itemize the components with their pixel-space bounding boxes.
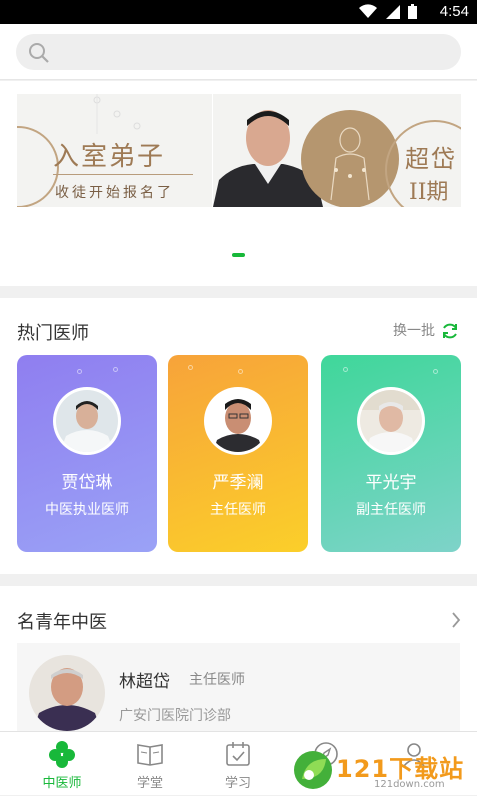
refresh-button[interactable]: 换一批 [393, 320, 459, 340]
section-title: 热门医师 [17, 323, 89, 344]
banner-title: 入室弟子 [53, 142, 166, 172]
doctor-card[interactable]: 平光宇 副主任医师 [321, 355, 461, 552]
doctor-name: 林超岱 [119, 672, 170, 692]
doctor-name: 严季澜 [212, 473, 264, 493]
banner-subtitle: 收徒开始报名了 [55, 185, 174, 201]
avatar [53, 387, 121, 455]
refresh-label: 换一批 [393, 323, 435, 339]
young-doctors-section: 名青年中医 林超岱 主任医师 广安门医院门诊部 [0, 586, 477, 731]
doctor-title: 主任医师 [210, 502, 266, 518]
doctor-card[interactable]: 严季澜 主任医师 [168, 355, 308, 552]
list-item[interactable]: 林超岱 主任医师 广安门医院门诊部 [17, 643, 460, 731]
doctor-name: 平光宇 [365, 473, 417, 493]
status-time: 4:54 [439, 3, 469, 20]
tab-classroom[interactable]: 学堂 [106, 732, 194, 796]
banner-meridian-graphic [301, 110, 399, 207]
doctor-card[interactable]: 贾岱琳 中医执业医师 [17, 355, 157, 552]
status-icons [355, 4, 417, 20]
avatar [29, 655, 105, 731]
carousel-indicator [232, 253, 245, 257]
tab-label: 学堂 [136, 776, 163, 791]
chevron-right-icon[interactable] [451, 612, 461, 628]
status-bar: 4:54 [0, 0, 477, 24]
doctor-title: 中医执业医师 [45, 502, 129, 518]
leaf-logo-icon [294, 751, 332, 789]
tab-label: 中医师 [42, 776, 82, 791]
search-bar [0, 24, 477, 80]
tab-doctors[interactable]: 中医师 [18, 732, 106, 796]
avatar [357, 387, 425, 455]
section-title: 名青年中医 [17, 612, 107, 633]
hot-doctors-section: 热门医师 换一批 贾岱琳 中医执业医师 严季澜 主任医师 平光宇 副主任医师 [0, 298, 477, 574]
banner-divider [53, 174, 193, 175]
signal-icon [385, 5, 400, 19]
avatar [204, 387, 272, 455]
battery-icon [408, 4, 417, 19]
doctor-hospital: 广安门医院门诊部 [119, 708, 231, 724]
card-decoration [343, 367, 348, 372]
wifi-icon [359, 4, 378, 19]
calendar-check-icon [226, 742, 250, 766]
banner-acupoint-decoration [93, 94, 141, 134]
card-decoration [433, 369, 438, 374]
doctor-name: 贾岱琳 [61, 473, 113, 493]
card-decoration [238, 369, 243, 374]
tab-study[interactable]: 学习 [194, 732, 282, 796]
doctor-title: 主任医师 [189, 672, 245, 688]
watermark-subtext: 121down.com [374, 779, 445, 790]
doctor-title: 副主任医师 [356, 502, 426, 518]
card-decoration [113, 367, 118, 372]
banner-slide-course[interactable]: 超岱 II期 [213, 94, 461, 207]
search-input[interactable] [16, 34, 461, 70]
search-icon [29, 43, 49, 63]
book-icon [137, 744, 163, 766]
card-decoration [77, 369, 82, 374]
banner-subtitle: II期 [409, 180, 449, 205]
card-decoration [188, 365, 193, 370]
watermark-logo: 121下载站 121down.com [292, 745, 472, 795]
banner-title: 超岱 [405, 145, 457, 173]
banner-carousel: 入室弟子 收徒开始报名了 超岱 II期 [0, 81, 477, 286]
clover-icon [49, 741, 75, 768]
refresh-icon [443, 323, 457, 339]
banner-slide-apprentice[interactable]: 入室弟子 收徒开始报名了 [17, 94, 212, 207]
tab-label: 学习 [224, 776, 251, 791]
